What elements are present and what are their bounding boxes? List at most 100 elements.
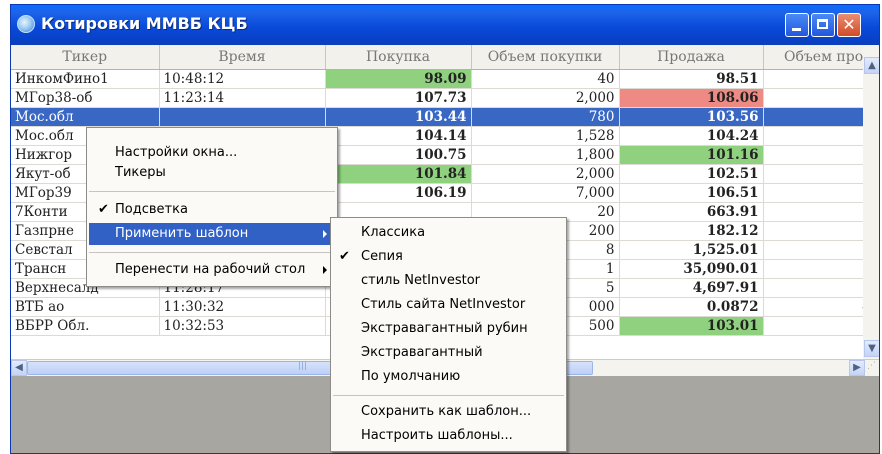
chevron-up-icon: ▲ <box>868 60 876 71</box>
cell-ask: 104.24 <box>619 126 764 146</box>
menu-item-label: Подсветка <box>115 202 188 217</box>
cell-ask: 102.51 <box>619 164 764 184</box>
cell-bid: 106.19 <box>325 183 472 203</box>
cell-ask: 182.12 <box>619 221 764 241</box>
cell-ask: 103.56 <box>619 107 764 127</box>
cell-ask: 98.51 <box>619 69 764 89</box>
maximize-button[interactable] <box>811 13 835 37</box>
submenu-arrow-icon <box>323 230 327 238</box>
title-bar[interactable]: Котировки ММВБ КЦБ ✕ <box>11 5 879 45</box>
cell-time: 11:23:14 <box>159 88 326 108</box>
cell-ask: 106.51 <box>619 183 764 203</box>
chevron-left-icon: ◀ <box>15 362 23 373</box>
menu-item-label: Перенести на рабочий стол <box>115 262 306 277</box>
cell-bid-volume: 1,800 <box>471 145 620 165</box>
menu-item-label: По умолчанию <box>361 369 461 384</box>
cell-bid: 100.75 <box>325 145 472 165</box>
cell-ticker: ВТБ ао <box>11 297 160 317</box>
cell-ask: 663.91 <box>619 202 764 222</box>
menu-item-apply-template[interactable]: Применить шаблон <box>89 223 335 245</box>
menu-item-configure-templates[interactable]: Настроить шаблоны... <box>333 425 564 447</box>
cell-bid-volume: 1,528 <box>471 126 620 146</box>
menu-item-netinvestor-site-style[interactable]: Стиль сайта NetInvestor <box>333 294 564 316</box>
menu-item-label: Экстравагантный рубин <box>361 321 528 336</box>
menu-item-label: Настроить шаблоны... <box>361 428 513 443</box>
template-submenu: Классика ✔ Сепия стиль NetInvestor Стиль… <box>330 217 567 452</box>
cell-ask: 101.16 <box>619 145 764 165</box>
close-button[interactable]: ✕ <box>837 13 861 37</box>
scroll-left-button[interactable]: ◀ <box>11 360 27 376</box>
resize-grip-icon[interactable]: ⋰ <box>867 361 879 375</box>
cell-time: 11:30:32 <box>159 297 326 317</box>
cell-ask: 0.0872 <box>619 297 764 317</box>
column-header-bid[interactable]: Покупка <box>325 45 472 70</box>
menu-separator <box>333 395 564 396</box>
cell-bid-volume: 40 <box>471 69 620 89</box>
cell-ask: 1,525.01 <box>619 240 764 260</box>
scroll-right-button[interactable]: ▶ <box>849 360 865 376</box>
cell-ask: 35,090.01 <box>619 259 764 279</box>
table-row[interactable]: МГор38-об 11:23:14 107.73 2,000 108.06 1 <box>11 88 879 108</box>
column-header-bid-volume[interactable]: Объем покупки <box>471 45 620 70</box>
header-row: Тикер Время Покупка Объем покупки Продаж… <box>11 45 879 70</box>
cell-bid: 107.73 <box>325 88 472 108</box>
close-icon: ✕ <box>842 15 856 34</box>
scroll-down-button[interactable]: ▼ <box>864 340 879 357</box>
chevron-right-icon: ▶ <box>853 362 861 373</box>
cell-ticker: МГор38-об <box>11 88 160 108</box>
cell-time <box>159 107 326 127</box>
app-icon[interactable] <box>17 15 35 33</box>
menu-item-label: Классика <box>361 225 426 240</box>
menu-item-tickers[interactable]: Тикеры <box>89 162 335 184</box>
context-menu: Настройки окна... Тикеры ✔ Подсветка При… <box>86 127 338 287</box>
minimize-button[interactable] <box>785 13 809 37</box>
cell-bid-volume: 7,000 <box>471 183 620 203</box>
menu-item-highlight[interactable]: ✔ Подсветка <box>89 199 335 221</box>
menu-item-label: Экстравагантный <box>361 345 483 360</box>
menu-item-label: Стиль сайта NetInvestor <box>361 297 526 312</box>
cell-time: 10:48:12 <box>159 69 326 89</box>
menu-item-label: Настройки окна... <box>115 145 238 160</box>
menu-separator <box>89 191 335 192</box>
table-row[interactable]: ИнкомФино1 10:48:12 98.09 40 98.51 24 <box>11 69 879 89</box>
window-title: Котировки ММВБ КЦБ <box>41 14 248 33</box>
submenu-arrow-icon <box>323 266 327 274</box>
column-header-ask[interactable]: Продажа <box>619 45 764 70</box>
cell-ask: 108.06 <box>619 88 764 108</box>
menu-item-label: Тикеры <box>115 165 166 180</box>
cell-bid-volume: 780 <box>471 107 620 127</box>
scroll-up-button[interactable]: ▲ <box>864 57 879 74</box>
cell-bid: 104.14 <box>325 126 472 146</box>
menu-item-move-to-desktop[interactable]: Перенести на рабочий стол <box>89 259 335 281</box>
menu-item-label: стиль NetInvestor <box>361 273 481 288</box>
menu-item-extravagant-ruby[interactable]: Экстравагантный рубин <box>333 318 564 340</box>
chevron-down-icon: ▼ <box>868 343 876 354</box>
column-header-ticker[interactable]: Тикер <box>11 45 160 70</box>
checkmark-icon: ✔ <box>339 249 350 264</box>
cell-ticker: Мос.обл <box>11 107 160 127</box>
cell-ticker: ВБРР Обл. <box>11 316 160 336</box>
cell-bid: 103.44 <box>325 107 472 127</box>
menu-item-sepia[interactable]: ✔ Сепия <box>333 246 564 268</box>
cell-ask: 103.01 <box>619 316 764 336</box>
column-header-time[interactable]: Время <box>159 45 326 70</box>
checkmark-icon: ✔ <box>98 202 109 217</box>
menu-item-label: Сохранить как шаблон... <box>361 404 532 419</box>
cell-ask: 4,697.91 <box>619 278 764 298</box>
cell-time: 10:32:53 <box>159 316 326 336</box>
menu-item-classic[interactable]: Классика <box>333 222 564 244</box>
cell-bid: 98.09 <box>325 69 472 89</box>
menu-item-default[interactable]: По умолчанию <box>333 366 564 388</box>
menu-separator <box>89 252 335 253</box>
menu-item-label: Применить шаблон <box>115 226 249 241</box>
vertical-scrollbar[interactable]: ▲ ▼ <box>863 45 879 359</box>
menu-item-label: Сепия <box>361 249 403 264</box>
cell-bid-volume: 2,000 <box>471 88 620 108</box>
menu-item-window-settings[interactable]: Настройки окна... <box>89 142 335 164</box>
menu-item-extravagant[interactable]: Экстравагантный <box>333 342 564 364</box>
cell-ticker: ИнкомФино1 <box>11 69 160 89</box>
cell-bid: 101.84 <box>325 164 472 184</box>
menu-item-save-as-template[interactable]: Сохранить как шаблон... <box>333 401 564 423</box>
table-row-selected[interactable]: Мос.обл 103.44 780 103.56 3 <box>11 107 879 127</box>
menu-item-netinvestor-style[interactable]: стиль NetInvestor <box>333 270 564 292</box>
